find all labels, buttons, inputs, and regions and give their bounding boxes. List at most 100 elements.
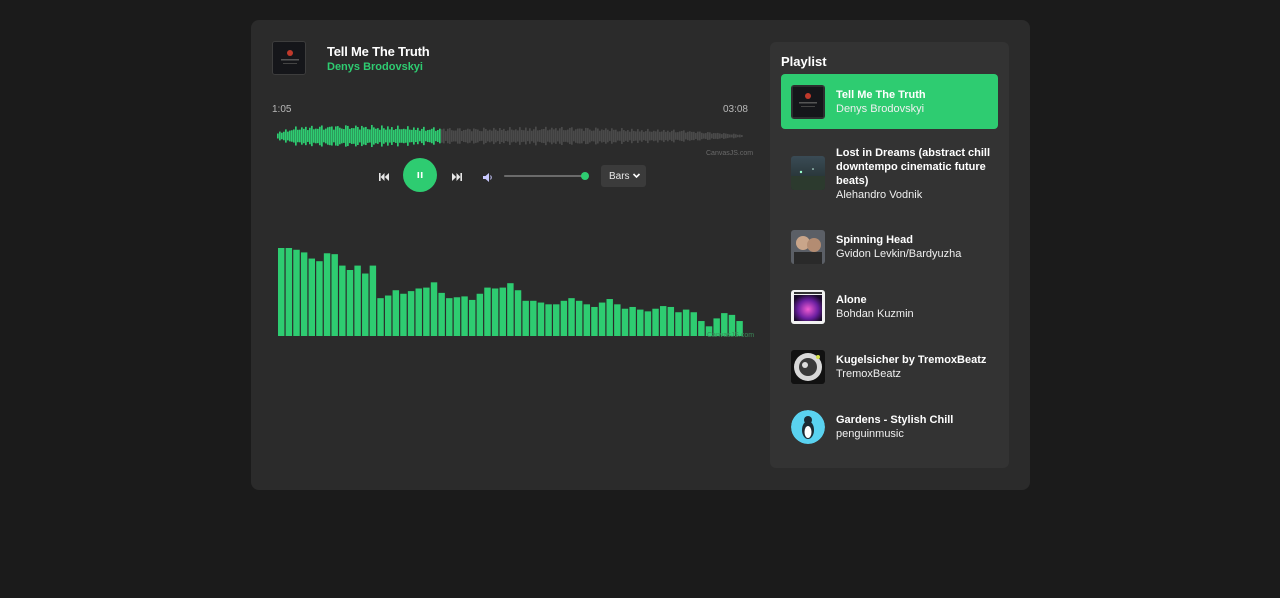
visualizer-bar [652,308,659,336]
waveform-sample [381,125,383,147]
waveform-sample [553,129,555,143]
playlist-item[interactable]: Kugelsicher by TremoxBeatz TremoxBeatz [781,344,998,392]
waveform-sample [365,126,367,146]
waveform-sample [501,129,503,143]
waveform-sample [315,128,317,144]
waveform-sample [383,128,385,144]
waveform-sample [517,130,519,142]
volume-slider[interactable] [504,172,590,180]
waveform-sample [321,125,323,147]
waveform-sample [525,127,527,145]
waveform-sample [567,129,569,143]
waveform-sample [397,125,399,147]
waveform-sample [687,131,689,141]
waveform-sample [611,128,613,144]
waveform-sample [441,129,443,143]
waveform-sample [419,130,421,142]
waveform-sample [599,130,601,142]
waveform-sample [479,130,481,142]
waveform-sample [345,125,347,147]
visualizer-bar [560,300,568,336]
waveform-sample [655,131,657,141]
waveform-sample [385,129,387,143]
waveform-sample [671,130,673,142]
waveform-sample [521,129,523,143]
waveform-sample [509,127,511,145]
waveform-sample [425,130,427,142]
waveform-sample [497,130,499,142]
visualizer-bar [583,304,591,336]
playlist-item[interactable]: Tell Me The Truth Denys Brodovskyi [781,74,998,129]
play-pause-button[interactable] [403,158,437,192]
waveform-sample [435,130,437,142]
visualizer-bar [339,265,346,336]
waveform-sample [545,126,547,146]
waveform-sample [565,130,567,142]
visualizer-credit: CanvasJS.com [707,332,755,339]
waveform-sample [391,127,393,145]
waveform-sample [291,130,293,142]
waveform-sample [587,128,589,144]
waveform-sample [741,135,743,137]
waveform-sample [707,132,709,140]
skip-previous-icon [379,173,389,181]
waveform-sample [413,127,415,145]
waveform-sample [477,129,479,143]
waveform-sample [613,129,615,143]
waveform-sample [551,127,553,145]
next-button[interactable] [448,170,466,184]
waveform-sample [609,131,611,141]
volume-knob[interactable] [581,172,590,180]
volume-fill [504,175,586,177]
playlist-item[interactable]: Gardens - Stylish Chill penguinmusic [781,404,998,452]
visualizer-bar [682,309,690,336]
waveform-sample [701,132,703,140]
visualizer-bar [507,283,514,336]
waveform-sample [363,127,365,145]
waveform-sample [335,126,337,146]
waveform-sample [519,127,521,145]
visualizer-bar [384,295,392,336]
visualizer-bar [377,298,384,336]
waveform-sample [641,130,643,142]
waveform-sample [503,128,505,144]
track-artist: Bohdan Kuzmin [836,308,914,320]
waveform-sample [319,126,321,146]
waveform-sample [433,127,435,145]
track-artist: Alehandro Vodnik [836,189,923,201]
waveform-sample [657,129,659,143]
waveform-sample [343,129,345,143]
playlist-panel: Playlist Tell Me The Truth Denys Brodovs… [770,42,1009,468]
visualizer-bar [285,248,293,336]
waveform-sample [473,128,475,144]
waveform-sample [663,129,665,143]
previous-button[interactable] [375,170,393,184]
waveform-sample [513,130,515,142]
waveform-sample [597,128,599,144]
waveform-sample [639,131,641,141]
waveform-sample [739,134,741,138]
playlist-item[interactable]: Alone Bohdan Kuzmin [781,284,998,332]
visualizer-bar [621,308,629,336]
waveform-sample [331,126,333,146]
waveform-sample [439,128,441,144]
waveform-sample [697,131,699,141]
volume-button[interactable] [481,170,495,184]
track-cover [791,156,825,190]
waveform-sample [643,131,645,141]
waveform-sample [277,133,279,139]
playlist-item[interactable]: Lost in Dreams (abstract chill downtempo… [781,142,998,206]
waveform-sample [349,128,351,144]
waveform-sample [507,130,509,142]
waveform-seekbar[interactable] [277,123,743,149]
track-title: Spinning Head [836,234,913,246]
visualizer-bar [369,265,377,336]
visualizer-mode-select[interactable]: Bars [601,165,646,187]
waveform-sample [493,127,495,145]
visualizer-mode-value: Bars [609,170,630,182]
waveform-sample [649,131,651,141]
playlist-item[interactable]: Spinning Head Gvidon Levkin/Bardyuzha [781,224,998,272]
visualizer-bar [598,302,606,336]
waveform-sample [303,128,305,144]
waveform-sample [405,129,407,143]
